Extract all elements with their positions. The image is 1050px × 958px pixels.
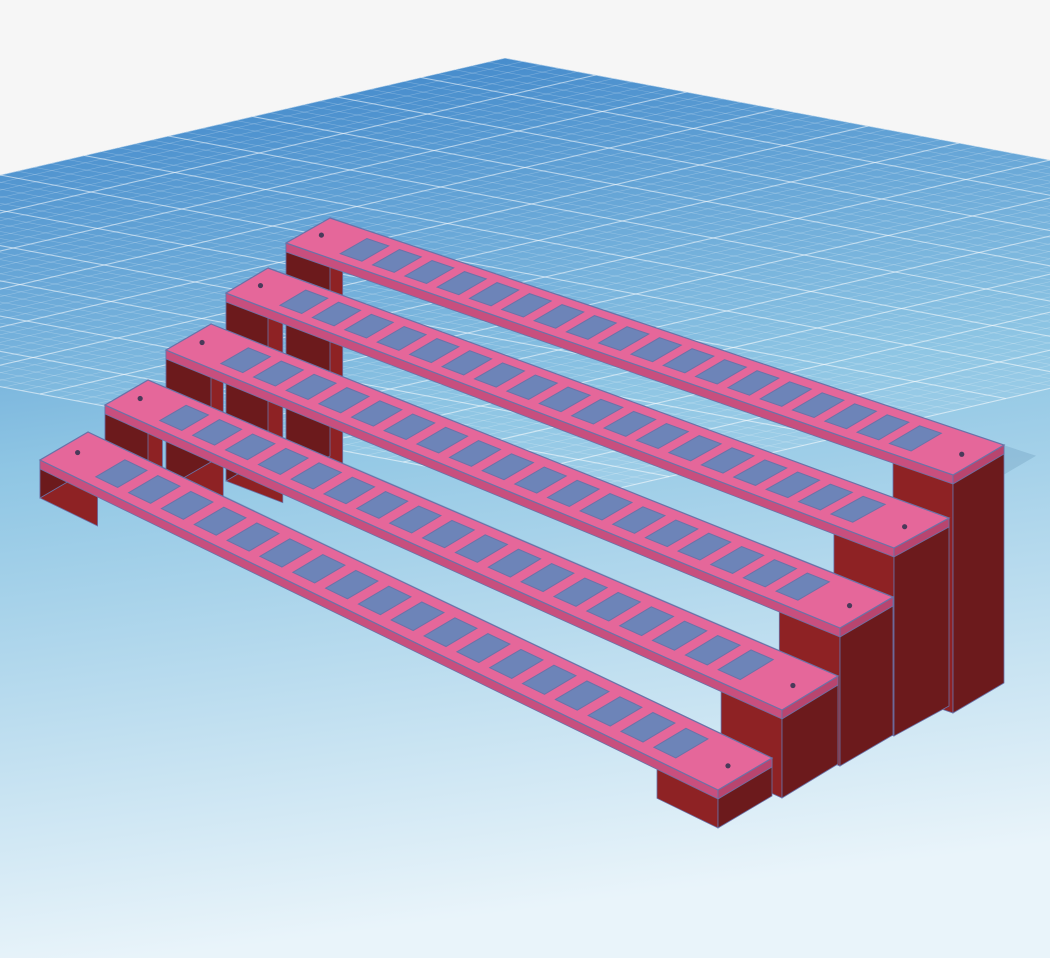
mount-hole xyxy=(318,232,325,238)
mount-hole xyxy=(790,682,796,689)
mount-hole xyxy=(846,603,853,609)
mount-hole xyxy=(902,524,908,530)
mount-hole xyxy=(959,451,965,457)
scene-svg[interactable] xyxy=(0,0,1050,958)
mount-hole xyxy=(725,763,731,769)
mount-hole xyxy=(75,449,81,456)
3d-viewport[interactable] xyxy=(0,0,1050,958)
mount-hole xyxy=(257,282,264,289)
right-support-side xyxy=(952,444,1005,714)
mount-hole xyxy=(199,339,205,346)
mount-hole xyxy=(137,395,143,402)
